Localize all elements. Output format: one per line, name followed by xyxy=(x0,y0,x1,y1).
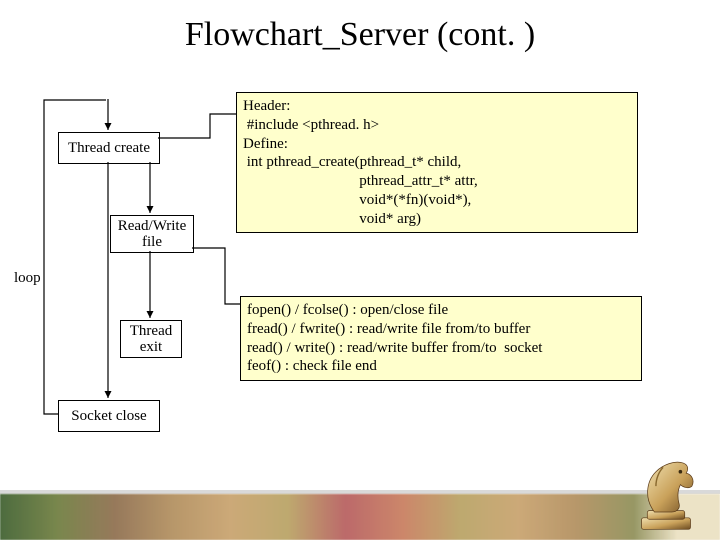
box-socket-close: Socket close xyxy=(58,400,160,432)
slide: Flowchart_Server (cont. ) Thread create … xyxy=(0,0,720,540)
box-read-write-file: Read/Write file xyxy=(110,215,194,253)
page-title: Flowchart_Server (cont. ) xyxy=(0,16,720,54)
info-pthread: Header: #include <pthread. h> Define: in… xyxy=(236,92,638,233)
box-thread-create: Thread create xyxy=(58,132,160,164)
box-thread-exit: Thread exit xyxy=(120,320,182,358)
info-fileio: fopen() / fcolse() : open/close file fre… xyxy=(240,296,642,381)
loop-label: loop xyxy=(14,270,41,287)
flow-arrows xyxy=(0,0,720,540)
footer-background xyxy=(0,494,720,540)
